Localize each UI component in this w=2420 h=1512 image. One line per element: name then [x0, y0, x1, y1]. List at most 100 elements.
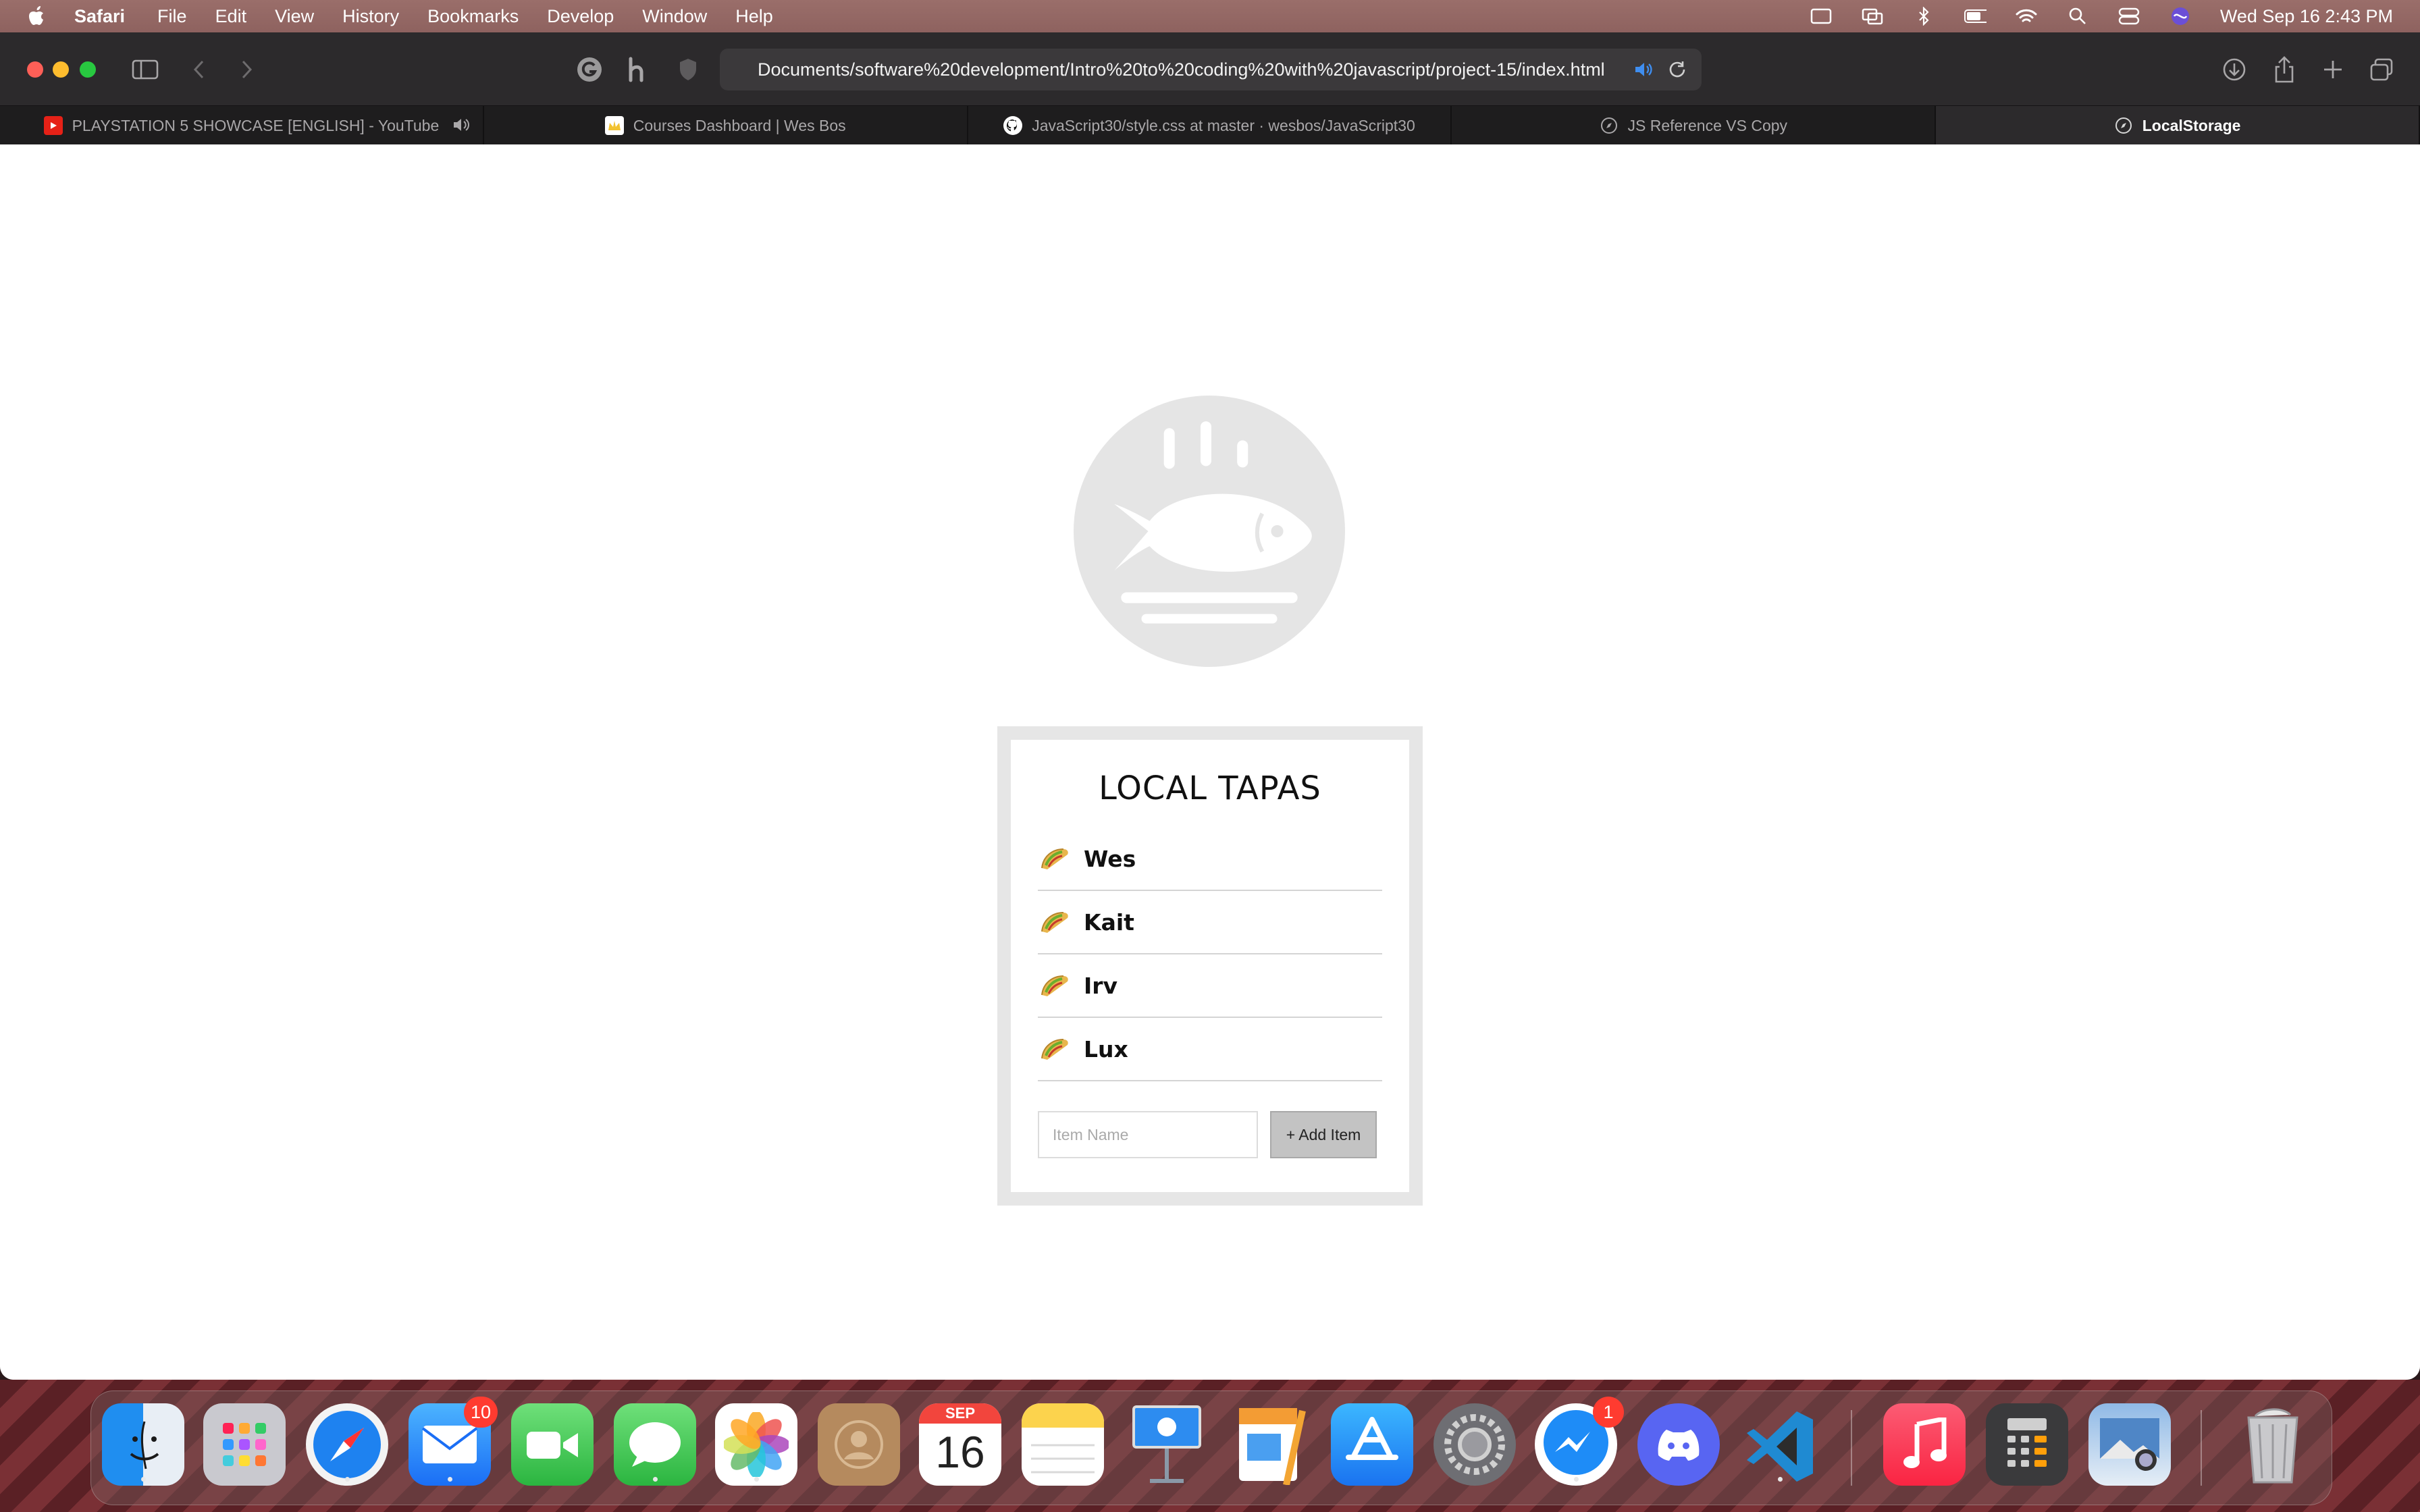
spotlight-search-icon[interactable]: [2066, 7, 2089, 26]
crown-icon: [604, 116, 624, 135]
speaker-icon[interactable]: [452, 117, 471, 137]
discord-icon[interactable]: [1637, 1403, 1720, 1486]
wifi-icon[interactable]: [2015, 7, 2038, 26]
music-icon[interactable]: [1883, 1403, 1966, 1486]
launchpad-icon[interactable]: [203, 1403, 286, 1486]
web-page: LOCAL TAPAS Wes Kait Irv Lux Item Name +…: [0, 144, 2420, 1380]
list-item[interactable]: Irv: [1038, 954, 1382, 1018]
contacts-icon[interactable]: [818, 1403, 900, 1486]
finder-icon[interactable]: [102, 1403, 184, 1486]
sidecar-icon[interactable]: [1810, 7, 1833, 26]
screen-mirroring-icon[interactable]: [1861, 7, 1884, 26]
safari-window: Documents/software%20development/Intro%2…: [0, 32, 2420, 1380]
menu-history[interactable]: History: [342, 6, 399, 27]
calendar-day: 16: [935, 1427, 985, 1477]
menu-file[interactable]: File: [157, 6, 187, 27]
menu-app-name[interactable]: Safari: [74, 6, 125, 27]
add-item-form: + Add Item: [1038, 1111, 1382, 1158]
taco-icon: [1041, 975, 1068, 996]
tab-overview-icon[interactable]: [2365, 53, 2398, 86]
mail-icon[interactable]: 10: [409, 1397, 498, 1486]
dock: 10 SEP 16 1: [90, 1390, 2332, 1505]
tab-title: PLAYSTATION 5 SHOWCASE [ENGLISH] - YouTu…: [72, 116, 440, 134]
tab-title: JS Reference VS Copy: [1627, 116, 1788, 134]
bluetooth-icon[interactable]: [1912, 7, 1935, 26]
close-window-button[interactable]: [27, 61, 43, 78]
tab-bar: PLAYSTATION 5 SHOWCASE [ENGLISH] - YouTu…: [0, 105, 2420, 145]
taco-icon: [1041, 912, 1068, 933]
running-indicator: [652, 1477, 658, 1482]
calculator-icon[interactable]: [1986, 1403, 2068, 1486]
control-center-icon[interactable]: [2118, 7, 2140, 26]
vscode-icon[interactable]: [1739, 1403, 1821, 1486]
menu-bar: Safari File Edit View History Bookmarks …: [0, 0, 2420, 32]
youtube-icon: [43, 116, 63, 135]
facetime-icon[interactable]: [511, 1403, 594, 1486]
tab-js-reference[interactable]: JS Reference VS Copy: [1452, 106, 1937, 145]
add-item-button[interactable]: + Add Item: [1270, 1111, 1377, 1158]
running-indicator: [1777, 1477, 1783, 1482]
grammarly-extension-icon[interactable]: [573, 53, 606, 86]
preview-icon[interactable]: [2088, 1403, 2171, 1486]
pages-icon[interactable]: [1228, 1403, 1311, 1486]
keynote-icon[interactable]: [1126, 1403, 1208, 1486]
url-text[interactable]: Documents/software%20development/Intro%2…: [758, 59, 1629, 80]
messenger-unread-badge: 1: [1593, 1397, 1624, 1428]
compass-icon: [2114, 116, 2133, 135]
menu-develop[interactable]: Develop: [547, 6, 614, 27]
siri-icon[interactable]: [2169, 7, 2192, 26]
menu-bookmarks[interactable]: Bookmarks: [427, 6, 519, 27]
menu-view[interactable]: View: [275, 6, 314, 27]
menu-edit[interactable]: Edit: [215, 6, 247, 27]
honey-extension-icon[interactable]: [621, 53, 655, 86]
tab-github-javascript30[interactable]: JavaScript30/style.css at master · wesbo…: [968, 106, 1452, 145]
reload-icon[interactable]: [1662, 55, 1692, 84]
tab-audio-speaker-icon[interactable]: [1629, 55, 1658, 84]
messenger-icon[interactable]: 1: [1535, 1397, 1624, 1486]
menu-help[interactable]: Help: [735, 6, 773, 27]
address-bar[interactable]: Documents/software%20development/Intro%2…: [720, 49, 1702, 90]
menubar-clock[interactable]: Wed Sep 16 2:43 PM: [2220, 6, 2393, 27]
downloads-icon[interactable]: [2217, 53, 2251, 86]
compass-icon: [1600, 116, 1619, 135]
sidebar-toggle-icon[interactable]: [128, 53, 162, 86]
calendar-icon[interactable]: SEP 16: [919, 1403, 1001, 1486]
share-icon[interactable]: [2267, 53, 2301, 86]
system-preferences-icon[interactable]: [1433, 1403, 1516, 1486]
running-indicator: [447, 1477, 452, 1482]
tapas-card: LOCAL TAPAS Wes Kait Irv Lux Item Name +…: [997, 726, 1423, 1206]
list-item[interactable]: Wes: [1038, 828, 1382, 891]
item-label: Wes: [1084, 845, 1136, 872]
github-icon: [1003, 116, 1023, 135]
back-chevron-icon[interactable]: [182, 53, 216, 86]
tab-title: LocalStorage: [2142, 116, 2241, 134]
photos-icon[interactable]: [715, 1403, 797, 1486]
messages-icon[interactable]: [614, 1403, 696, 1486]
new-tab-plus-icon[interactable]: [2316, 53, 2350, 86]
tab-courses-dashboard[interactable]: Courses Dashboard | Wes Bos: [484, 106, 968, 145]
fullscreen-window-button[interactable]: [80, 61, 96, 78]
dock-separator: [1851, 1410, 1852, 1486]
trash-icon[interactable]: [2232, 1403, 2314, 1486]
notes-icon[interactable]: [1022, 1403, 1104, 1486]
menu-window[interactable]: Window: [642, 6, 707, 27]
card-title: LOCAL TAPAS: [1099, 770, 1321, 807]
list-item[interactable]: Kait: [1038, 891, 1382, 954]
forward-chevron-icon[interactable]: [230, 53, 263, 86]
item-label: Lux: [1084, 1035, 1128, 1062]
item-name-input[interactable]: [1038, 1111, 1258, 1158]
app-store-icon[interactable]: [1331, 1403, 1413, 1486]
dock-separator: [2201, 1410, 2202, 1486]
mail-unread-badge: 10: [463, 1397, 498, 1428]
safari-icon[interactable]: [306, 1403, 388, 1486]
tab-localstorage[interactable]: LocalStorage: [1936, 106, 2420, 145]
tab-youtube[interactable]: PLAYSTATION 5 SHOWCASE [ENGLISH] - YouTu…: [0, 106, 484, 145]
battery-icon[interactable]: [1964, 7, 1987, 26]
list-item[interactable]: Lux: [1038, 1018, 1382, 1081]
apple-menu-icon[interactable]: [27, 5, 47, 27]
running-indicator: [140, 1477, 146, 1482]
minimize-window-button[interactable]: [53, 61, 69, 78]
running-indicator: [754, 1477, 759, 1482]
privacy-shield-icon[interactable]: [671, 53, 705, 86]
fish-plate-logo-icon: [1074, 396, 1345, 667]
